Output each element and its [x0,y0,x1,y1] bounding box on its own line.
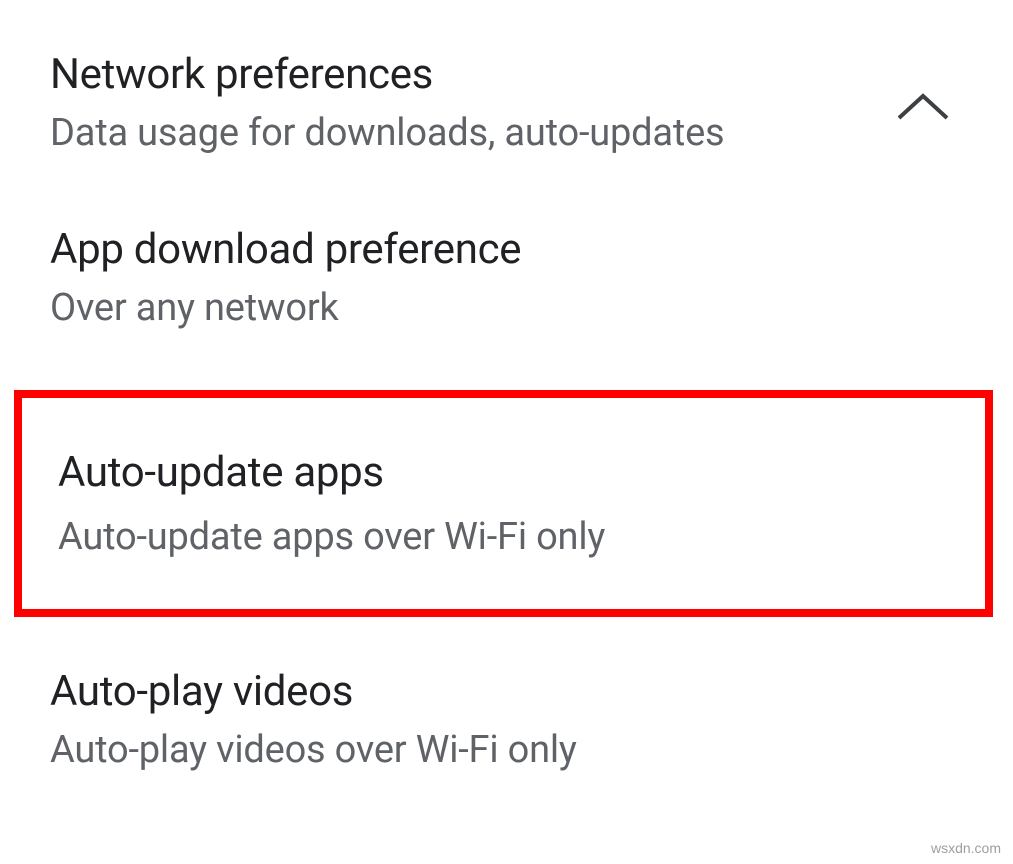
chevron-up-icon[interactable] [893,90,953,130]
app-download-preference-subtitle: Over any network [50,286,963,330]
app-download-preference-item[interactable]: App download preference Over any network [0,195,1013,370]
network-preferences-subtitle: Data usage for downloads, auto-updates [50,111,893,155]
auto-play-videos-title: Auto-play videos [50,667,963,716]
auto-play-videos-subtitle: Auto-play videos over Wi-Fi only [50,728,963,772]
watermark-text: wsxdn.com [931,840,1001,856]
network-preferences-title: Network preferences [50,50,893,99]
auto-update-apps-subtitle: Auto-update apps over Wi-Fi only [58,515,949,559]
auto-play-videos-item[interactable]: Auto-play videos Auto-play videos over W… [0,637,1013,812]
app-download-preference-title: App download preference [50,225,963,274]
auto-update-apps-item[interactable]: Auto-update apps Auto-update apps over W… [14,390,993,617]
settings-container: Network preferences Data usage for downl… [0,0,1013,812]
auto-update-apps-title: Auto-update apps [58,448,949,497]
network-preferences-text: Network preferences Data usage for downl… [50,50,893,155]
network-preferences-header[interactable]: Network preferences Data usage for downl… [0,0,1013,195]
